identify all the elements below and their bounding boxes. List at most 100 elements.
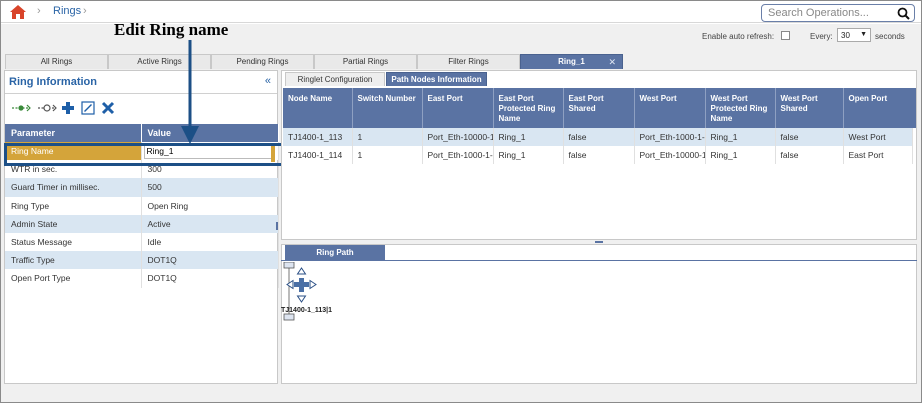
panel-title: Ring Information xyxy=(9,76,97,88)
tab-label: Partial Rings xyxy=(342,57,389,66)
add-node-icon[interactable] xyxy=(11,101,31,115)
tab-pending-rings[interactable]: Pending Rings xyxy=(211,54,314,69)
table-cell: Port_Eth-1000-1-1 xyxy=(634,128,706,146)
delete-icon[interactable] xyxy=(101,101,115,115)
column-header: West Port xyxy=(634,88,706,128)
splitter-handle[interactable] xyxy=(595,241,603,243)
table-row[interactable]: TJ1400-1_114 1 Port_Eth-1000-1-1 Ring_1 … xyxy=(283,146,913,164)
scrollbar[interactable] xyxy=(911,88,916,128)
table-cell: false xyxy=(775,128,844,146)
table-cell: Port_Eth-10000-1- xyxy=(634,146,706,164)
search-icon[interactable] xyxy=(897,7,910,20)
table-cell: Ring_1 xyxy=(493,128,564,146)
value-cell: Open Ring xyxy=(141,196,279,215)
value-cell: Idle xyxy=(141,232,279,252)
table-cell: East Port xyxy=(843,146,913,164)
refresh-interval-select[interactable]: 30 ▼ xyxy=(837,28,871,42)
table-header-row: Parameter Value xyxy=(5,124,279,142)
tab-path-nodes-information[interactable]: Path Nodes Information xyxy=(386,72,487,86)
table-cell: Ring_1 xyxy=(705,146,776,164)
table-row[interactable]: Guard Timer in millisec. 500 xyxy=(5,178,279,197)
column-header: East Port Shared xyxy=(563,88,635,128)
tab-filter-rings[interactable]: Filter Rings xyxy=(417,54,520,69)
remove-node-icon[interactable] xyxy=(37,101,57,115)
column-header: East Port Protected Ring Name xyxy=(493,88,564,128)
ring-information-panel: Ring Information « Parameter Value Ring … xyxy=(4,70,279,384)
tab-label: Path Nodes Information xyxy=(391,75,482,84)
column-header: Node Name xyxy=(283,88,353,128)
param-cell: Ring Type xyxy=(5,196,142,215)
search-input[interactable] xyxy=(762,5,892,21)
param-cell: Status Message xyxy=(5,232,142,252)
table-cell: Ring_1 xyxy=(705,128,776,146)
tab-ring-path[interactable]: Ring Path xyxy=(285,245,385,260)
table-header-row: Node Name Switch Number East Port East P… xyxy=(283,88,913,128)
every-label: Every: xyxy=(810,32,833,41)
edit-icon[interactable] xyxy=(81,101,95,115)
ring-tabs: All Rings Active Rings Pending Rings Par… xyxy=(5,54,917,69)
caret-down-icon: ▼ xyxy=(860,31,867,38)
refresh-interval-value: 30 xyxy=(841,31,850,40)
tab-label: All Rings xyxy=(40,57,73,66)
plus-icon[interactable] xyxy=(61,101,75,115)
table-cell: false xyxy=(563,146,635,164)
divider xyxy=(281,260,917,261)
column-header: Open Port xyxy=(843,88,913,128)
table-cell: Port_Eth-10000-1- xyxy=(422,128,494,146)
tab-label: Filter Rings xyxy=(448,57,489,66)
table-row[interactable]: Ring Type Open Ring xyxy=(5,196,279,215)
node-label: TJ1400-1_113|1 xyxy=(281,307,333,314)
ring-path-panel xyxy=(281,244,917,384)
column-header: West Port Protected Ring Name xyxy=(705,88,776,128)
divider xyxy=(5,93,277,94)
table-cell: Ring_1 xyxy=(493,146,564,164)
param-cell: Traffic Type xyxy=(5,251,142,270)
column-header-parameter: Parameter xyxy=(5,124,142,142)
tab-partial-rings[interactable]: Partial Rings xyxy=(314,54,417,69)
value-cell: DOT1Q xyxy=(141,251,279,270)
column-header: Switch Number xyxy=(352,88,423,128)
table-row[interactable]: Traffic Type DOT1Q xyxy=(5,251,279,270)
table-cell: TJ1400-1_113 xyxy=(283,128,353,146)
param-cell: Guard Timer in millisec. xyxy=(5,178,142,197)
tab-all-rings[interactable]: All Rings xyxy=(5,54,108,69)
tab-ringlet-configuration[interactable]: Ringlet Configuration xyxy=(285,72,385,86)
seconds-label: seconds xyxy=(875,32,905,41)
tab-label: Pending Rings xyxy=(236,57,289,66)
value-cell: DOT1Q xyxy=(141,269,279,288)
column-header: West Port Shared xyxy=(775,88,844,128)
value-cell: Active xyxy=(141,214,279,233)
column-header-value: Value xyxy=(141,124,279,142)
table-row[interactable]: TJ1400-1_113 1 Port_Eth-10000-1- Ring_1 … xyxy=(283,128,913,146)
table-cell: false xyxy=(563,128,635,146)
column-header: East Port xyxy=(422,88,494,128)
chevron-right-icon: › xyxy=(37,5,41,17)
table-cell: 1 xyxy=(352,146,423,164)
table-cell: false xyxy=(775,146,844,164)
tab-label: Ringlet Configuration xyxy=(297,75,373,84)
chevron-right-icon: › xyxy=(83,5,87,17)
tab-ring-1[interactable]: Ring_1 ✕ xyxy=(520,54,623,69)
auto-refresh-label: Enable auto refresh: xyxy=(702,32,775,41)
search-box[interactable] xyxy=(761,4,915,22)
highlight-box xyxy=(4,143,284,166)
breadcrumb-rings[interactable]: Rings xyxy=(53,5,81,17)
table-row[interactable]: Open Port Type DOT1Q xyxy=(5,269,279,288)
table-cell: TJ1400-1_114 xyxy=(283,146,353,164)
tab-label: Ring_1 xyxy=(558,57,585,66)
table-row[interactable]: Status Message Idle xyxy=(5,232,279,252)
table-cell: 1 xyxy=(352,128,423,146)
param-cell: Open Port Type xyxy=(5,269,142,288)
close-icon[interactable]: ✕ xyxy=(608,55,616,69)
table-cell: Port_Eth-1000-1-1 xyxy=(422,146,494,164)
collapse-icon[interactable]: « xyxy=(265,75,271,87)
table-row[interactable]: Admin State Active xyxy=(5,214,279,233)
table-cell: West Port xyxy=(843,128,913,146)
home-icon[interactable] xyxy=(9,4,27,20)
scrollbar[interactable] xyxy=(276,222,278,230)
value-cell: 500 xyxy=(141,178,279,197)
annotation-label: Edit Ring name xyxy=(114,20,229,39)
arrow-down-icon xyxy=(181,40,199,144)
path-nodes-table: Node Name Switch Number East Port East P… xyxy=(283,88,913,164)
auto-refresh-checkbox[interactable] xyxy=(781,31,790,40)
